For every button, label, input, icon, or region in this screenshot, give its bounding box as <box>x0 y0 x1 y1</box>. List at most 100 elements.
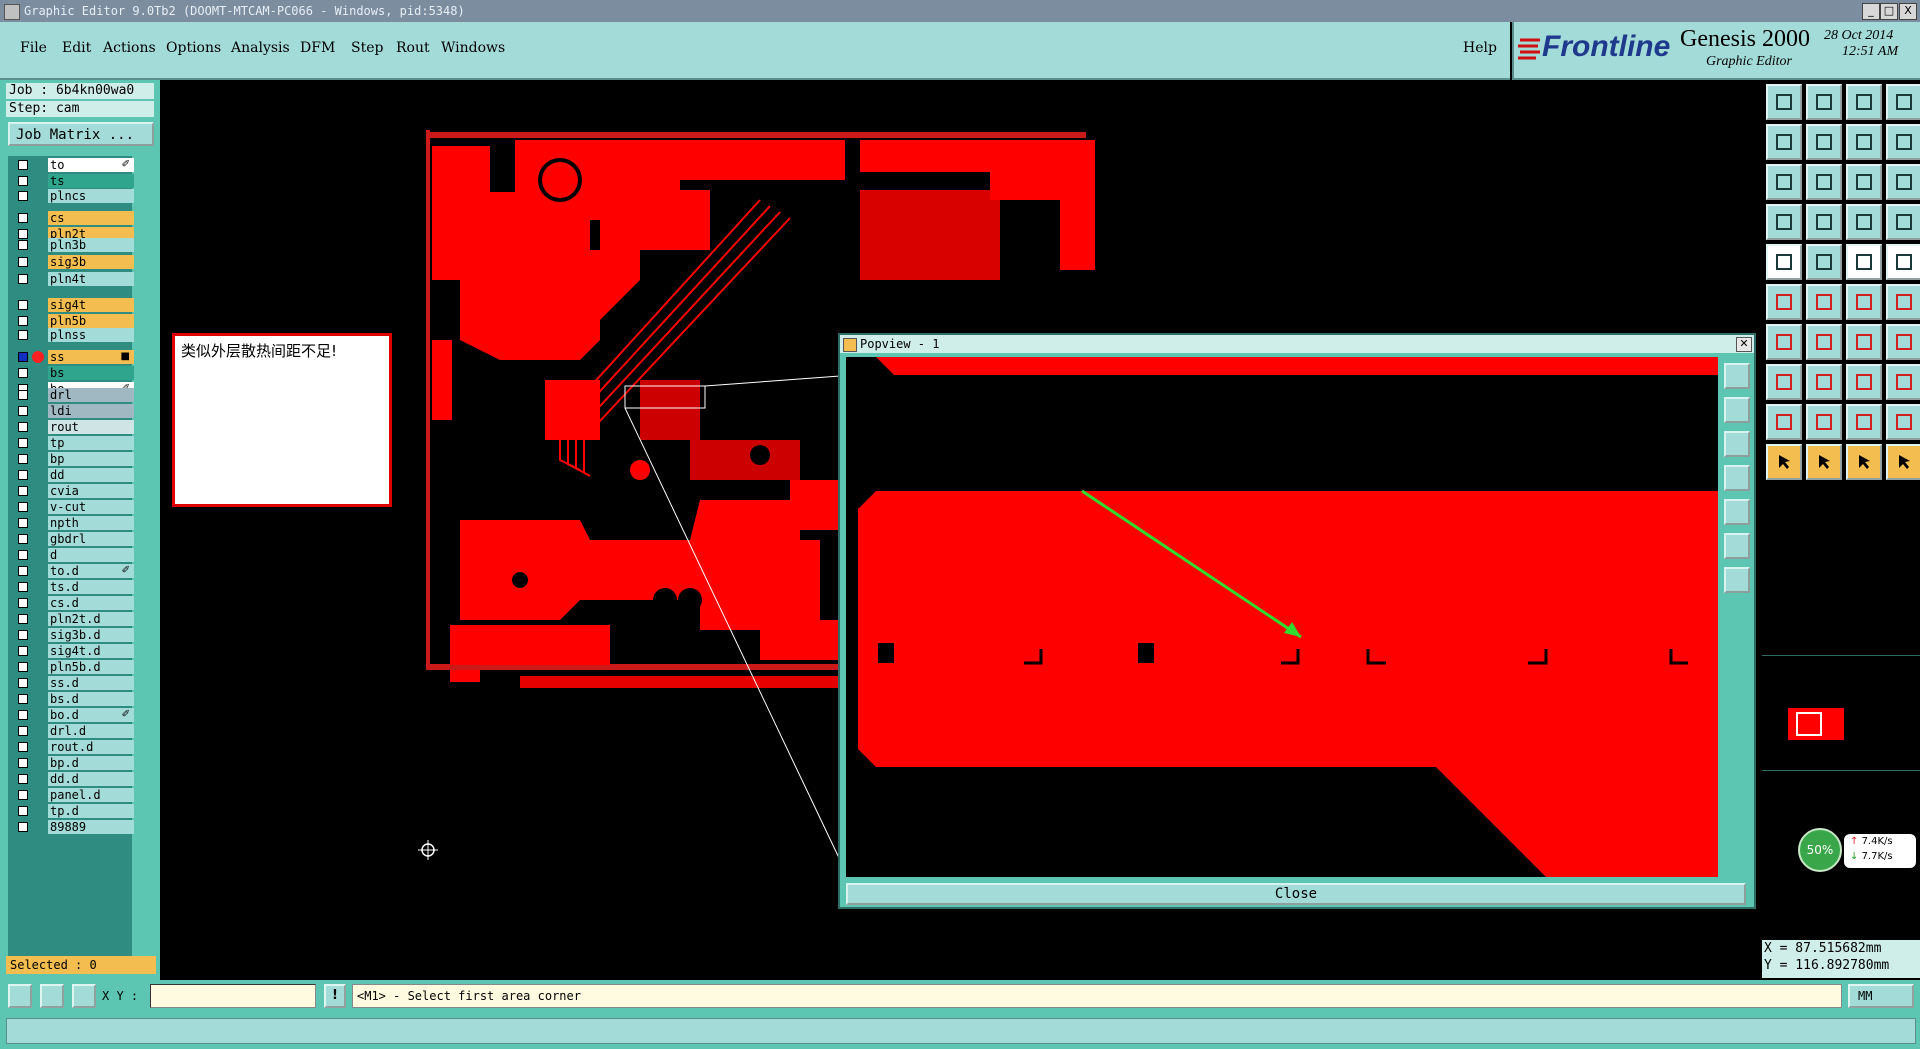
layer-checkbox[interactable] <box>18 330 28 340</box>
menu-actions[interactable]: Actions <box>103 40 156 56</box>
layer-checkbox[interactable] <box>18 550 28 560</box>
menu-rout[interactable]: Rout <box>396 40 430 56</box>
layer-checkbox[interactable] <box>18 352 28 362</box>
layer-row-bp-d[interactable]: bp.d <box>12 756 136 770</box>
tool-pick-3-icon[interactable] <box>1846 444 1882 480</box>
layer-name[interactable]: plnss <box>48 328 134 342</box>
layer-checkbox[interactable] <box>18 502 28 512</box>
layer-row-bp[interactable]: bp <box>12 452 136 466</box>
tool-draw-1-icon[interactable] <box>1766 404 1802 440</box>
layer-row-pln2t-d[interactable]: pln2t.d <box>12 612 136 626</box>
layer-row-ldi[interactable]: ldi <box>12 404 136 418</box>
tool-pan-3-icon[interactable] <box>1846 204 1882 240</box>
tool-select-3-icon[interactable] <box>1846 244 1882 280</box>
layer-row-d[interactable]: d <box>12 548 136 562</box>
layer-row-pln5b-d[interactable]: pln5b.d <box>12 660 136 674</box>
layer-name[interactable]: sig4t.d <box>48 644 134 658</box>
tool-move-3-icon[interactable] <box>1846 284 1882 320</box>
minimize-button[interactable]: _ <box>1862 3 1880 20</box>
layer-checkbox[interactable] <box>18 406 28 416</box>
job-matrix-button[interactable]: Job Matrix ... <box>8 122 154 146</box>
measure-tool-icon[interactable] <box>40 984 64 1008</box>
tool-pan-1-icon[interactable] <box>1766 204 1802 240</box>
layer-checkbox[interactable] <box>18 534 28 544</box>
layer-name[interactable]: plncs <box>48 189 134 203</box>
layer-name[interactable]: npth <box>48 516 134 530</box>
layer-row-ts[interactable]: ts <box>12 174 136 188</box>
tool-draw-2-icon[interactable] <box>1806 404 1842 440</box>
layer-checkbox[interactable] <box>18 300 28 310</box>
layer-name[interactable]: gbdrl <box>48 532 134 546</box>
tool-copy-2-icon[interactable] <box>1806 324 1842 360</box>
layer-checkbox[interactable] <box>18 438 28 448</box>
layer-row-ss[interactable]: ss ■ <box>12 350 136 364</box>
tool-pan-4-icon[interactable] <box>1886 204 1920 240</box>
layer-name[interactable]: dd.d <box>48 772 134 786</box>
layer-row-to[interactable]: to ✐ <box>12 158 136 172</box>
tool-fit-1-icon[interactable] <box>1766 124 1802 160</box>
tool-pick-1-icon[interactable] <box>1766 444 1802 480</box>
layer-name[interactable]: d <box>48 548 134 562</box>
layer-checkbox[interactable] <box>18 758 28 768</box>
layer-name[interactable]: pln2t.d <box>48 612 134 626</box>
layer-row-plnss[interactable]: plnss <box>12 328 136 342</box>
layer-name[interactable]: bs <box>48 366 134 380</box>
popview-close-icon[interactable]: ✕ <box>1736 337 1752 352</box>
tool-resize-4-icon[interactable] <box>1886 364 1920 400</box>
layer-row-v-cut[interactable]: v-cut <box>12 500 136 514</box>
layer-checkbox[interactable] <box>18 518 28 528</box>
layer-row-plncs[interactable]: plncs <box>12 189 136 203</box>
layer-row-bs[interactable]: bs <box>12 366 136 380</box>
layer-checkbox[interactable] <box>18 486 28 496</box>
layer-checkbox[interactable] <box>18 240 28 250</box>
tool-draw-3-icon[interactable] <box>1846 404 1882 440</box>
overview-map[interactable] <box>1762 655 1920 771</box>
layer-checkbox[interactable] <box>18 257 28 267</box>
layer-row-sig4t[interactable]: sig4t <box>12 298 136 312</box>
layer-row-tp-d[interactable]: tp.d <box>12 804 136 818</box>
tool-zoom-3-icon[interactable] <box>1846 164 1882 200</box>
tool-pick-4-icon[interactable] <box>1886 444 1920 480</box>
layer-checkbox[interactable] <box>18 646 28 656</box>
close-window-button[interactable]: X <box>1899 3 1917 20</box>
layer-checkbox[interactable] <box>18 566 28 576</box>
tool-zoom-4-icon[interactable] <box>1886 164 1920 200</box>
layer-row-cs[interactable]: cs <box>12 211 136 225</box>
layer-name[interactable]: pln5b.d <box>48 660 134 674</box>
layer-checkbox[interactable] <box>18 678 28 688</box>
layer-name[interactable]: drl.d <box>48 724 134 738</box>
layer-row-bs-d[interactable]: bs.d <box>12 692 136 706</box>
menu-windows[interactable]: Windows <box>441 40 505 56</box>
tool-resize-1-icon[interactable] <box>1766 364 1802 400</box>
layer-row-dd[interactable]: dd <box>12 468 136 482</box>
tool-pan-2-icon[interactable] <box>1806 204 1842 240</box>
layer-row-89889[interactable]: 89889 <box>12 820 136 834</box>
layer-row-drl-d[interactable]: drl.d <box>12 724 136 738</box>
layer-checkbox[interactable] <box>18 316 28 326</box>
layer-checkbox[interactable] <box>18 694 28 704</box>
popview-tool-3[interactable] <box>1724 431 1750 457</box>
tool-home-3-icon[interactable] <box>1846 84 1882 120</box>
layer-row-npth[interactable]: npth <box>12 516 136 530</box>
layer-name[interactable]: sig3b <box>48 255 134 269</box>
layer-row-rout[interactable]: rout <box>12 420 136 434</box>
layer-name[interactable]: panel.d <box>48 788 134 802</box>
tool-zoom-1-icon[interactable] <box>1766 164 1802 200</box>
layer-name[interactable]: ldi <box>48 404 134 418</box>
layer-name[interactable]: bp.d <box>48 756 134 770</box>
layer-name[interactable]: pln4t <box>48 272 134 286</box>
menu-dfm[interactable]: DFM <box>300 40 335 56</box>
layer-row-to-d[interactable]: to.d ✐ <box>12 564 136 578</box>
layer-checkbox[interactable] <box>18 790 28 800</box>
layer-name[interactable]: pln5b <box>48 314 134 328</box>
layer-checkbox[interactable] <box>18 726 28 736</box>
layer-checkbox[interactable] <box>18 274 28 284</box>
layer-name[interactable]: sig3b.d <box>48 628 134 642</box>
popview-tool-1[interactable] <box>1724 363 1750 389</box>
layer-checkbox[interactable] <box>18 822 28 832</box>
grid-tool-icon[interactable] <box>72 984 96 1008</box>
alert-button[interactable]: ! <box>324 984 346 1008</box>
layer-checkbox[interactable] <box>18 390 28 400</box>
tool-copy-3-icon[interactable] <box>1846 324 1882 360</box>
popview-tool-5[interactable] <box>1724 499 1750 525</box>
